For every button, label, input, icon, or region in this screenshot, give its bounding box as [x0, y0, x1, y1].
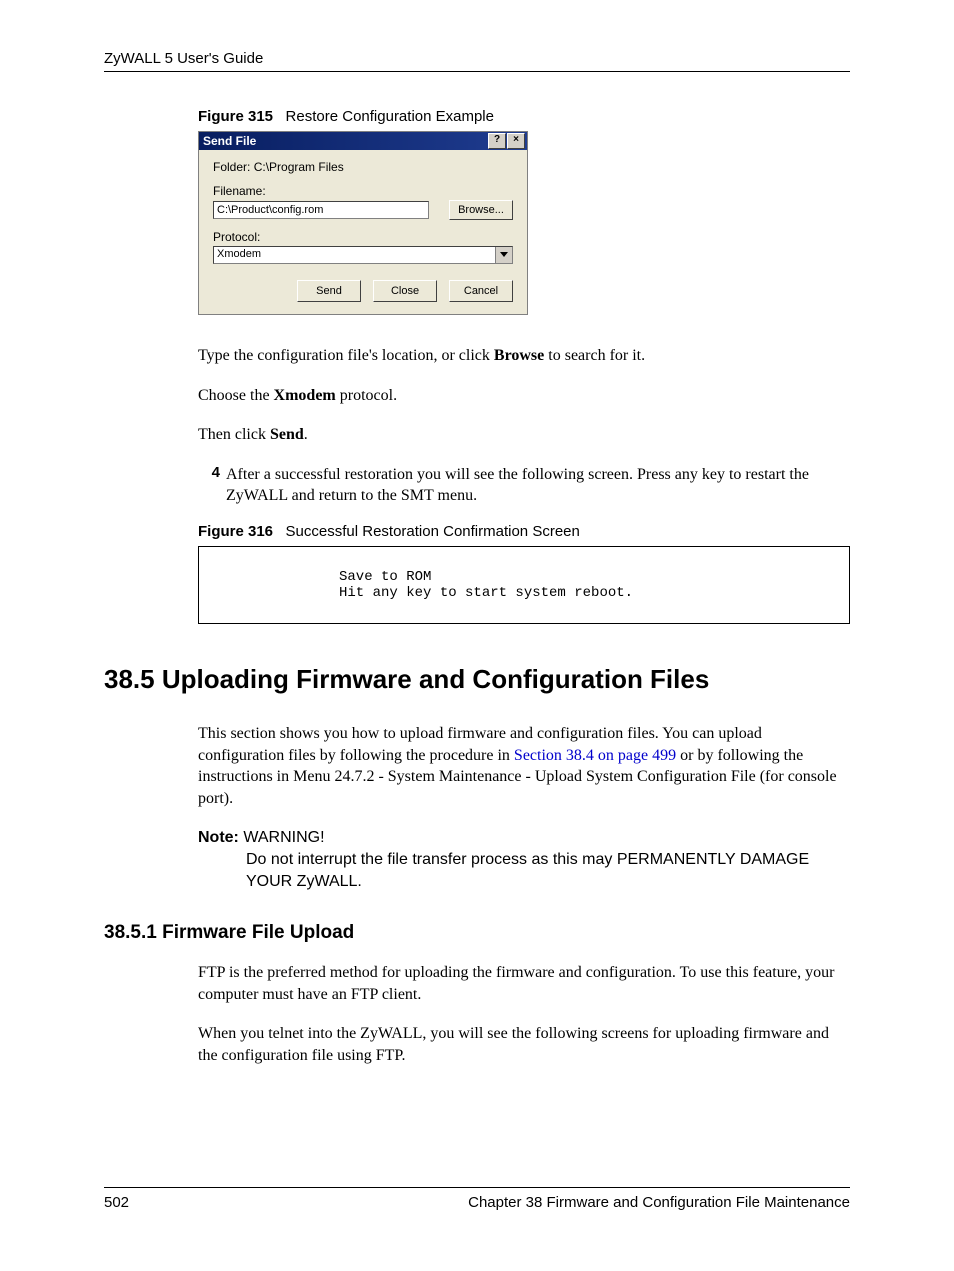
send-file-dialog: Send File ? × Folder: C:\Program Files F… — [198, 131, 528, 315]
note-warning: Note: WARNING! Do not interrupt the file… — [198, 827, 850, 892]
close-window-button[interactable]: × — [507, 133, 525, 149]
figure-315-caption: Figure 315 Restore Configuration Example — [198, 108, 850, 125]
browse-button[interactable]: Browse... — [449, 200, 513, 220]
protocol-select[interactable]: Xmodem — [213, 246, 513, 264]
folder-value: C:\Program Files — [254, 160, 344, 174]
filename-input[interactable] — [213, 201, 429, 219]
step-4: 4 After a successful restoration you wil… — [198, 464, 850, 507]
guide-title: ZyWALL 5 User's Guide — [104, 50, 263, 67]
send-button[interactable]: Send — [297, 280, 361, 302]
figure-316-caption: Figure 316 Successful Restoration Confir… — [198, 523, 850, 540]
close-button[interactable]: Close — [373, 280, 437, 302]
chapter-title: Chapter 38 Firmware and Configuration Fi… — [164, 1194, 850, 1211]
terminal-output: Save to ROM Hit any key to start system … — [198, 546, 850, 624]
figure-315-title: Restore Configuration Example — [286, 108, 494, 125]
note-warning-text: WARNING! — [243, 829, 324, 846]
page-footer: 502 Chapter 38 Firmware and Configuratio… — [104, 1187, 850, 1211]
section-heading: 38.5 Uploading Firmware and Configuratio… — [104, 664, 850, 695]
close-icon: × — [513, 134, 519, 145]
figure-315-label: Figure 315 — [198, 108, 273, 125]
xref-section-38-4[interactable]: Section 38.4 on page 499 — [514, 747, 676, 764]
paragraph-xmodem: Choose the Xmodem protocol. — [198, 385, 850, 407]
note-body: Do not interrupt the file transfer proce… — [246, 849, 850, 892]
paragraph-browse: Type the configuration file's location, … — [198, 345, 850, 367]
subsection-heading: 38.5.1 Firmware File Upload — [104, 922, 850, 944]
dialog-titlebar: Send File ? × — [199, 132, 527, 150]
step-text: After a successful restoration you will … — [226, 464, 850, 507]
chevron-down-icon — [495, 247, 512, 263]
dialog-title: Send File — [203, 134, 487, 148]
note-label: Note: — [198, 829, 239, 846]
subsection-paragraph-2: When you telnet into the ZyWALL, you wil… — [198, 1023, 850, 1066]
subsection-paragraph-1: FTP is the preferred method for uploadin… — [198, 962, 850, 1005]
help-icon: ? — [494, 134, 500, 145]
folder-label: Folder: — [213, 160, 250, 174]
page-number: 502 — [104, 1194, 164, 1211]
folder-display: Folder: C:\Program Files — [213, 160, 513, 174]
protocol-label: Protocol: — [213, 230, 513, 244]
filename-label: Filename: — [213, 184, 513, 198]
figure-316-label: Figure 316 — [198, 523, 273, 540]
help-button[interactable]: ? — [488, 133, 506, 149]
step-number: 4 — [198, 464, 226, 507]
section-paragraph: This section shows you how to upload fir… — [198, 723, 850, 809]
cancel-button[interactable]: Cancel — [449, 280, 513, 302]
figure-316-title: Successful Restoration Confirmation Scre… — [286, 523, 580, 540]
page-header: ZyWALL 5 User's Guide — [104, 50, 850, 72]
paragraph-send: Then click Send. — [198, 424, 850, 446]
protocol-value: Xmodem — [214, 247, 495, 263]
